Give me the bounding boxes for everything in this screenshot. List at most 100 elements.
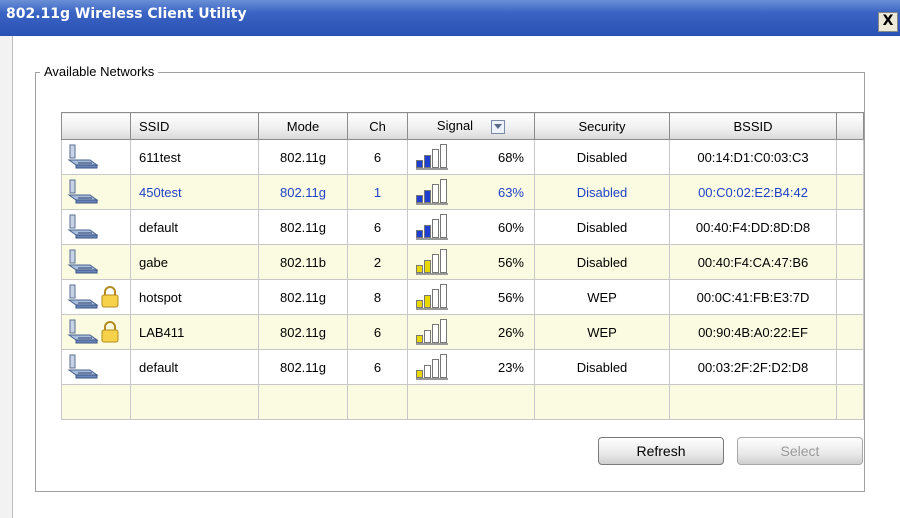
cell-signal: 56% <box>407 279 535 315</box>
header-signal[interactable]: Signal <box>407 112 535 140</box>
table-row[interactable]: default 802.11g 6 60% Disabled 00:40:F4:DD:8D… <box>61 209 864 245</box>
cell-spacer <box>836 314 864 350</box>
signal-bar <box>416 370 423 378</box>
signal-percent: 63% <box>497 184 524 200</box>
signal-strength-icon <box>416 144 448 170</box>
table-header-row: SSID Mode Ch Signal Security BSSID <box>61 112 864 140</box>
cell-ssid: default <box>130 349 259 385</box>
network-icon-cell <box>61 314 131 350</box>
left-frame-strip <box>0 36 13 518</box>
signal-bar <box>432 254 439 273</box>
signal-bar <box>432 289 439 308</box>
close-icon[interactable]: X <box>878 12 898 32</box>
header-icon[interactable] <box>61 112 131 140</box>
cell-security: WEP <box>534 314 670 350</box>
computer-network-icon <box>67 179 99 204</box>
signal-bar <box>424 190 431 203</box>
network-icon-cell <box>61 209 131 245</box>
cell-mode: 802.11g <box>258 174 348 210</box>
network-icon-cell <box>61 349 131 385</box>
cell-mode: 802.11g <box>258 349 348 385</box>
table-row[interactable]: default 802.11g 6 23% Disabled 00:03:2F:2F:D2… <box>61 349 864 385</box>
empty-cell <box>534 384 670 420</box>
cell-mode: 802.11b <box>258 244 348 280</box>
signal-bar <box>424 330 431 343</box>
cell-security: Disabled <box>534 174 670 210</box>
cell-security: Disabled <box>534 139 670 175</box>
cell-security: WEP <box>534 279 670 315</box>
networks-table: SSID Mode Ch Signal Security BSSID 611te… <box>61 112 864 420</box>
table-row[interactable]: 450test 802.11g 1 63% Disabled 00:C0:02:E2:B4… <box>61 174 864 210</box>
empty-cell <box>258 384 348 420</box>
cell-signal: 26% <box>407 314 535 350</box>
signal-percent: 26% <box>497 324 524 340</box>
signal-strength-icon <box>416 319 448 345</box>
empty-cell <box>669 384 837 420</box>
signal-bar <box>416 335 423 343</box>
cell-security: Disabled <box>534 349 670 385</box>
cell-mode: 802.11g <box>258 139 348 175</box>
cell-ssid: 611test <box>130 139 259 175</box>
refresh-button[interactable]: Refresh <box>598 437 724 465</box>
cell-ssid: LAB411 <box>130 314 259 350</box>
header-bssid[interactable]: BSSID <box>669 112 837 140</box>
cell-spacer <box>836 349 864 385</box>
window-title: 802.11g Wireless Client Utility <box>6 6 247 22</box>
computer-network-icon <box>67 319 99 344</box>
cell-ch: 6 <box>347 349 408 385</box>
signal-bar <box>440 144 447 168</box>
cell-signal: 63% <box>407 174 535 210</box>
table-row[interactable]: hotspot 802.11g 8 56% WEP 00:0C:41:FB:E3:7D <box>61 279 864 315</box>
signal-bar <box>416 230 423 238</box>
cell-ssid: gabe <box>130 244 259 280</box>
header-mode[interactable]: Mode <box>258 112 348 140</box>
table-row[interactable]: gabe 802.11b 2 56% Disabled 00:40:F4:CA:47:B6 <box>61 244 864 280</box>
cell-signal: 56% <box>407 244 535 280</box>
cell-spacer <box>836 279 864 315</box>
signal-bar <box>440 284 447 308</box>
cell-bssid: 00:40:F4:DD:8D:D8 <box>669 209 837 245</box>
header-security[interactable]: Security <box>534 112 670 140</box>
header-ch[interactable]: Ch <box>347 112 408 140</box>
signal-percent: 56% <box>497 289 524 305</box>
cell-ch: 1 <box>347 174 408 210</box>
cell-ch: 6 <box>347 314 408 350</box>
computer-network-icon <box>67 284 99 309</box>
signal-bar <box>440 249 447 273</box>
cell-bssid: 00:40:F4:CA:47:B6 <box>669 244 837 280</box>
select-button[interactable]: Select <box>737 437 863 465</box>
signal-bar <box>440 319 447 343</box>
signal-bar <box>424 225 431 238</box>
signal-bar <box>424 365 431 378</box>
network-icon-cell <box>61 174 131 210</box>
signal-strength-icon <box>416 179 448 205</box>
signal-bar <box>416 265 423 273</box>
signal-bar <box>424 295 431 308</box>
empty-cell <box>130 384 259 420</box>
signal-percent: 56% <box>497 254 524 270</box>
cell-bssid: 00:90:4B:A0:22:EF <box>669 314 837 350</box>
header-spacer <box>836 112 864 140</box>
signal-bar <box>432 359 439 378</box>
signal-strength-icon <box>416 284 448 310</box>
cell-ssid: 450test <box>130 174 259 210</box>
signal-percent: 60% <box>497 219 524 235</box>
sort-dropdown-icon[interactable] <box>491 119 506 134</box>
cell-ch: 2 <box>347 244 408 280</box>
lock-icon <box>101 286 119 308</box>
cell-bssid: 00:0C:41:FB:E3:7D <box>669 279 837 315</box>
signal-bar <box>440 214 447 238</box>
cell-bssid: 00:14:D1:C0:03:C3 <box>669 139 837 175</box>
signal-bar <box>440 354 447 378</box>
empty-row <box>61 384 864 420</box>
cell-signal: 60% <box>407 209 535 245</box>
cell-bssid: 00:03:2F:2F:D2:D8 <box>669 349 837 385</box>
cell-spacer <box>836 174 864 210</box>
header-ssid[interactable]: SSID <box>130 112 259 140</box>
signal-bar <box>432 219 439 238</box>
table-row[interactable]: LAB411 802.11g 6 26% WEP 00:90:4B:A0:22:EF <box>61 314 864 350</box>
table-row[interactable]: 611test 802.11g 6 68% Disabled 00:14:D1:C0:03… <box>61 139 864 175</box>
signal-bar <box>416 195 423 203</box>
cell-bssid: 00:C0:02:E2:B4:42 <box>669 174 837 210</box>
signal-bar <box>424 260 431 273</box>
